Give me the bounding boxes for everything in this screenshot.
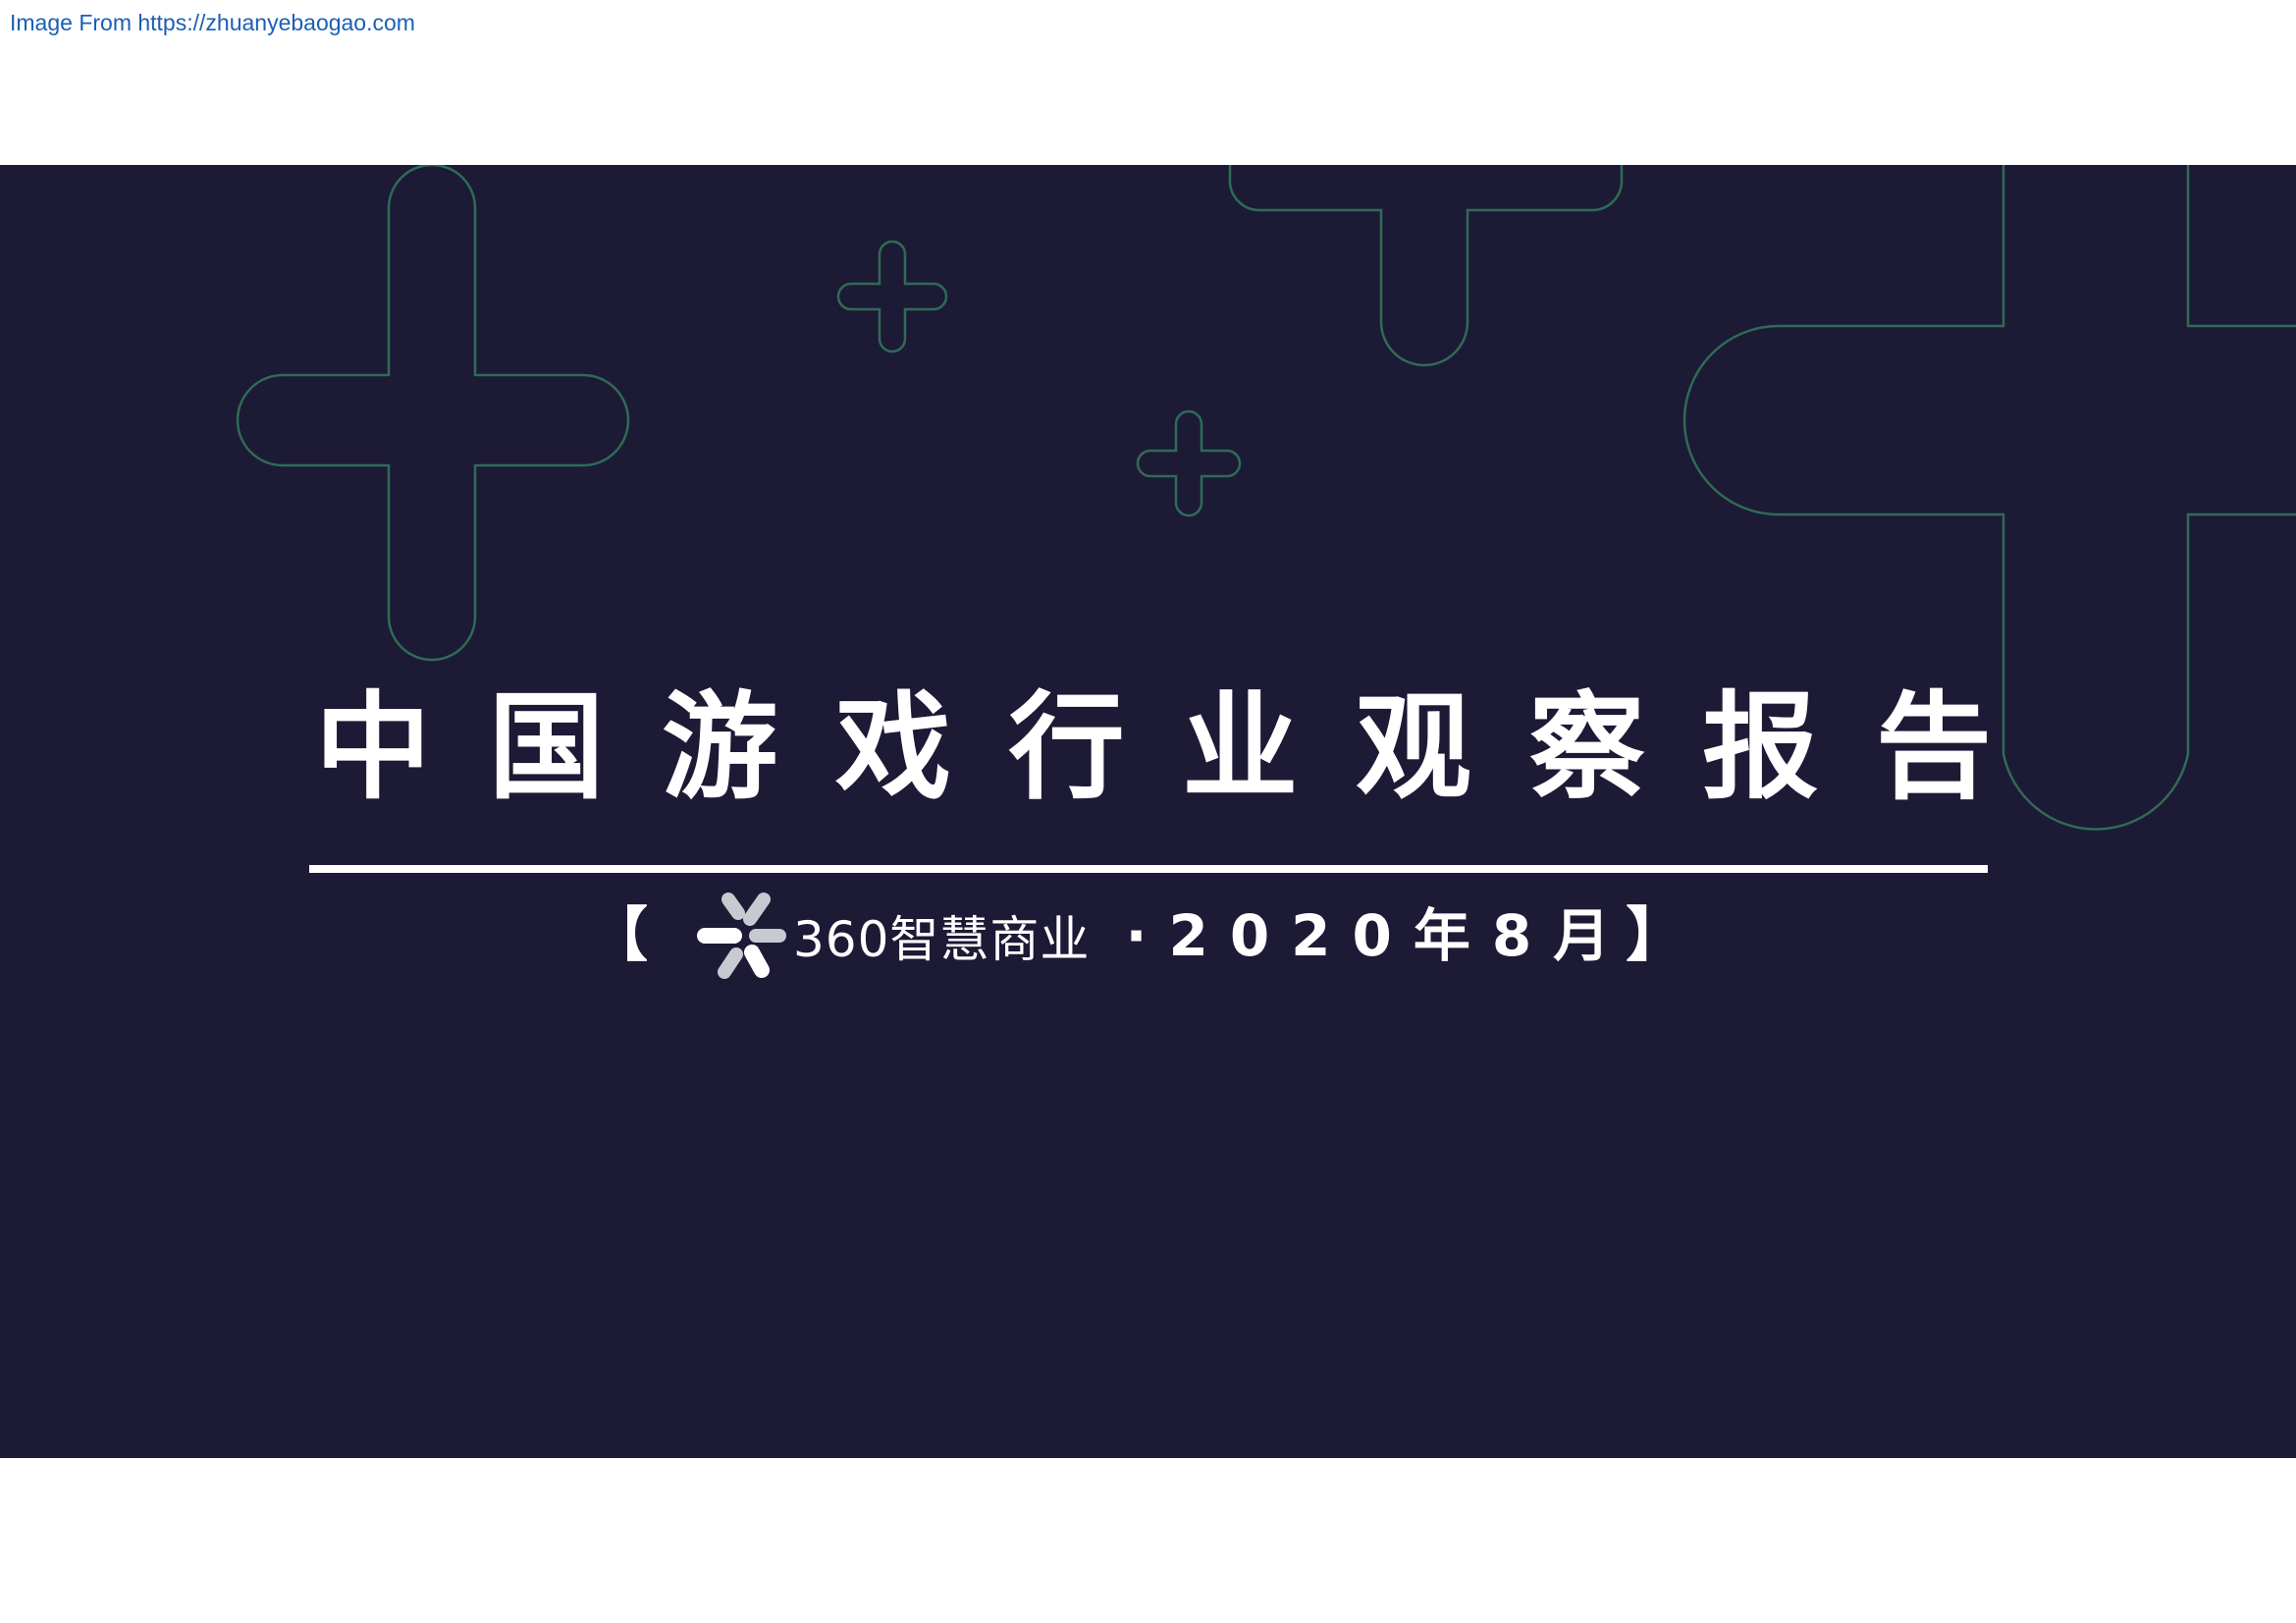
title-char: 观	[1355, 679, 1471, 815]
source-link[interactable]: Image From https://zhuanyebaogao.com	[10, 10, 415, 36]
plus-outline-icon	[1228, 165, 1624, 367]
publisher-date-line: 【 360智慧商业 ·2020年8月 】	[589, 892, 1684, 980]
publisher-logo: 360智慧商业	[695, 892, 1090, 980]
report-date: ·2020年8月	[1125, 902, 1632, 969]
360-asterisk-logo-icon	[697, 893, 786, 979]
plus-outline-icon	[836, 240, 948, 353]
bracket-open: 【	[589, 901, 648, 970]
title-char: 业	[1182, 679, 1299, 815]
title-char: 游	[662, 679, 778, 815]
title-char: 报	[1702, 679, 1819, 815]
title-char: 戏	[834, 679, 951, 815]
plus-outline-icon	[236, 165, 630, 662]
title-char: 告	[1875, 679, 1992, 815]
title-divider	[309, 865, 1988, 873]
title-char: 中	[314, 679, 431, 815]
title-char: 国	[488, 679, 605, 815]
plus-outline-icon	[1136, 409, 1242, 517]
title-char: 行	[1008, 679, 1125, 815]
bracket-close: 】	[1626, 901, 1685, 970]
publisher-name: 360智慧商业	[793, 911, 1091, 968]
report-title: 中 国 游 戏 行 业 观 察 报 告	[309, 674, 1998, 821]
title-char: 察	[1528, 679, 1645, 815]
cover-banner: 中 国 游 戏 行 业 观 察 报 告 【 360智慧商业 ·2020年8月 】	[0, 165, 2296, 1458]
page: Image From https://zhuanyebaogao.com 中 国…	[0, 0, 2296, 1623]
